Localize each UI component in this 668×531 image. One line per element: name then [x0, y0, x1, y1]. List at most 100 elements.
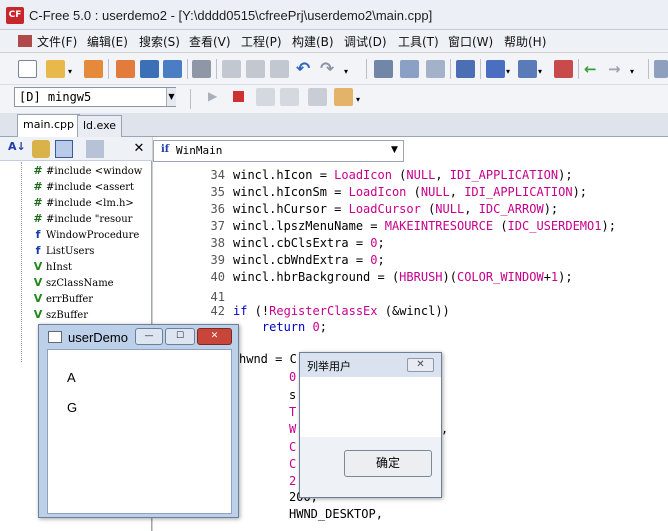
function-select-value: WinMain	[176, 144, 223, 157]
tab-ld-exe[interactable]: ld.exe	[77, 115, 123, 137]
menu-view[interactable]: 查看(V)	[189, 33, 231, 50]
view-icon[interactable]	[55, 140, 73, 158]
chevron-down-icon[interactable]: ▾	[344, 67, 348, 76]
forward-arrow-icon[interactable]: →	[608, 60, 627, 78]
code-line: wincl.hIconSm = LoadIcon (NULL, IDI_APPL…	[233, 185, 588, 199]
code-fragment: C	[289, 440, 297, 454]
menu-file[interactable]: 文件(F)	[37, 33, 77, 50]
include-icon: #	[33, 180, 43, 193]
undo-icon[interactable]: ↶	[296, 60, 315, 78]
tab-main-cpp[interactable]: main.cpp	[17, 114, 80, 138]
back-arrow-icon[interactable]: ←	[584, 60, 603, 78]
code-fragment: HWND_DESKTOP,	[289, 507, 383, 521]
find-next-icon[interactable]	[400, 60, 419, 78]
close-file-icon[interactable]	[116, 60, 135, 78]
menu-search[interactable]: 搜索(S)	[139, 33, 180, 50]
watch-icon[interactable]	[308, 88, 327, 106]
paste-icon[interactable]	[270, 60, 289, 78]
menu-help[interactable]: 帮助(H)	[504, 33, 546, 50]
line-number: 34	[210, 168, 225, 182]
user-list-item: G	[67, 400, 78, 415]
tree-item[interactable]: VszClassName	[30, 276, 114, 292]
open-folder-icon[interactable]	[46, 60, 65, 78]
bookmark-icon[interactable]	[518, 60, 537, 78]
variable-icon: V	[33, 260, 43, 273]
chevron-down-icon[interactable]: ▾	[538, 67, 542, 76]
cfree-app-icon[interactable]: CF	[6, 7, 24, 24]
tree-item-label: errBuffer	[46, 294, 94, 305]
copy-icon[interactable]	[246, 60, 265, 78]
tree-item-label: hInst	[46, 262, 72, 273]
group-icon[interactable]	[32, 140, 50, 158]
chevron-down-icon[interactable]: ▾	[68, 67, 72, 76]
stop-icon[interactable]	[233, 91, 244, 102]
close-icon[interactable]: ✕	[407, 358, 434, 372]
step-into-icon[interactable]	[280, 88, 299, 106]
breakpoint-hand-icon[interactable]	[334, 88, 353, 106]
save-all-icon[interactable]	[163, 60, 182, 78]
menu-project[interactable]: 工程(P)	[241, 33, 282, 50]
tree-item-label: #include "resour	[46, 214, 133, 225]
user-list-item: A	[67, 370, 76, 385]
line-number: 40	[210, 270, 225, 284]
clear-bookmarks-icon[interactable]	[554, 60, 573, 78]
new-file-icon[interactable]	[18, 60, 37, 78]
print-icon[interactable]	[192, 60, 211, 78]
chevron-down-icon[interactable]: ▼	[391, 145, 398, 155]
toolbar-separator	[480, 59, 481, 79]
refresh-icon[interactable]	[86, 140, 104, 158]
menu-window[interactable]: 窗口(W)	[448, 33, 493, 50]
ok-button[interactable]: 确定	[344, 450, 432, 477]
menu-build[interactable]: 构建(B)	[292, 33, 334, 50]
code-line: wincl.lpszMenuName = MAKEINTRESOURCE (ID…	[233, 219, 616, 233]
toolbar-separator	[187, 59, 188, 79]
tree-item[interactable]: f WindowProcedure	[30, 228, 140, 244]
compiler-select[interactable]: [D] mingw5	[14, 87, 176, 107]
dialog-title: 列举用户	[307, 360, 351, 373]
find-prev-icon[interactable]	[426, 60, 445, 78]
tree-item-label: #include <assert	[46, 182, 135, 193]
include-icon: #	[33, 164, 43, 177]
code-line: wincl.hIcon = LoadIcon (NULL, IDI_APPLIC…	[233, 168, 573, 182]
tree-item[interactable]: VerrBuffer	[30, 292, 93, 308]
menu-debug[interactable]: 调试(D)	[344, 33, 387, 50]
save-icon[interactable]	[140, 60, 159, 78]
more-tools-icon[interactable]	[654, 60, 668, 78]
code-fragment: T	[289, 405, 297, 419]
chevron-down-icon[interactable]: ▾	[356, 95, 360, 104]
minimize-icon[interactable]: —	[135, 328, 163, 345]
menu-tools[interactable]: 工具(T)	[398, 33, 439, 50]
goto-icon[interactable]	[486, 60, 505, 78]
sort-icon[interactable]: A↓	[8, 140, 26, 158]
tree-item[interactable]: VhInst	[30, 260, 72, 276]
tree-item[interactable]: # #include <window	[30, 164, 142, 180]
chevron-down-icon[interactable]: ▾	[506, 67, 510, 76]
tree-item[interactable]: # #include <lm.h>	[30, 196, 134, 212]
chevron-down-icon[interactable]: ▼	[166, 88, 176, 106]
open-project-icon[interactable]	[84, 60, 103, 78]
find-icon[interactable]	[374, 60, 393, 78]
toolbar-separator	[216, 59, 217, 79]
step-over-icon[interactable]	[256, 88, 275, 106]
tree-item[interactable]: f ListUsers	[30, 244, 95, 260]
menu-edit[interactable]: 编辑(E)	[87, 33, 128, 50]
dialog-client-area	[300, 377, 441, 437]
chevron-down-icon[interactable]: ▾	[630, 67, 634, 76]
close-icon[interactable]: ✕	[197, 328, 232, 345]
file-menu-icon	[18, 35, 32, 47]
tree-item-label: #include <lm.h>	[46, 198, 134, 209]
maximize-icon[interactable]: ☐	[165, 328, 195, 345]
code-line: wincl.cbClsExtra = 0;	[233, 236, 385, 250]
cut-icon[interactable]	[222, 60, 241, 78]
close-icon[interactable]: ✕	[130, 140, 148, 158]
line-number: 37	[210, 219, 225, 233]
redo-icon[interactable]: ↷	[320, 60, 339, 78]
code-line: wincl.hbrBackground = (HBRUSH)(COLOR_WIN…	[233, 270, 573, 284]
code-fragment: 2	[289, 474, 297, 488]
tree-item[interactable]: VszBuffer	[30, 308, 88, 324]
find-in-files-icon[interactable]	[456, 60, 475, 78]
code-line: if (!RegisterClassEx (&wincl))	[233, 304, 450, 318]
run-icon[interactable]: ▶	[208, 89, 217, 103]
tree-item[interactable]: # #include <assert	[30, 180, 134, 196]
tree-item[interactable]: # #include "resour	[30, 212, 132, 228]
